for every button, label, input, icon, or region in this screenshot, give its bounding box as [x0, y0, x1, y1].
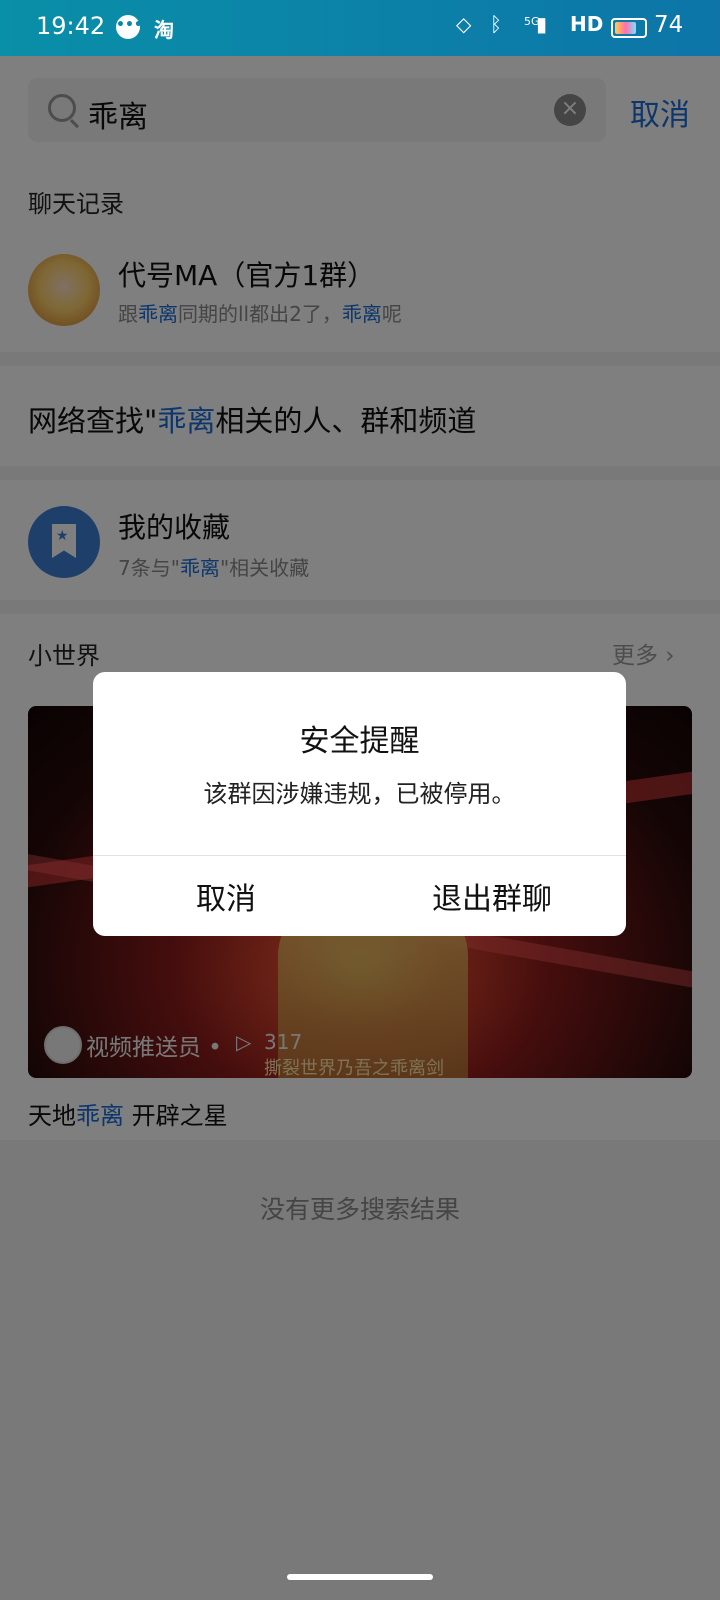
- battery-icon: [611, 18, 647, 38]
- dialog-message: 该群因涉嫌违规，已被停用。: [203, 780, 516, 808]
- home-indicator[interactable]: [287, 1574, 433, 1580]
- dialog-cancel-button[interactable]: 取消: [93, 874, 359, 918]
- bluetooth-icon: ᛒ: [490, 12, 502, 36]
- nfc-icon: ◇: [456, 12, 472, 36]
- message-notification-icon: •••: [116, 15, 143, 39]
- hd-indicator: HD: [570, 12, 604, 36]
- status-time: 19:42: [36, 12, 106, 40]
- battery-percent: 74: [654, 12, 684, 38]
- exit-group-button[interactable]: 退出群聊: [359, 874, 625, 918]
- taobao-notification-icon: 淘: [154, 18, 174, 42]
- dialog-title: 安全提醒: [299, 724, 420, 759]
- status-bar: 19:42 ••• 淘 ◇ ᛒ 5G ▮ HD 74: [0, 0, 720, 56]
- dialog-divider: [93, 855, 626, 856]
- security-alert-dialog: 安全提醒 该群因涉嫌违规，已被停用。 取消 退出群聊: [93, 672, 626, 936]
- signal-icon: ▮: [536, 12, 548, 36]
